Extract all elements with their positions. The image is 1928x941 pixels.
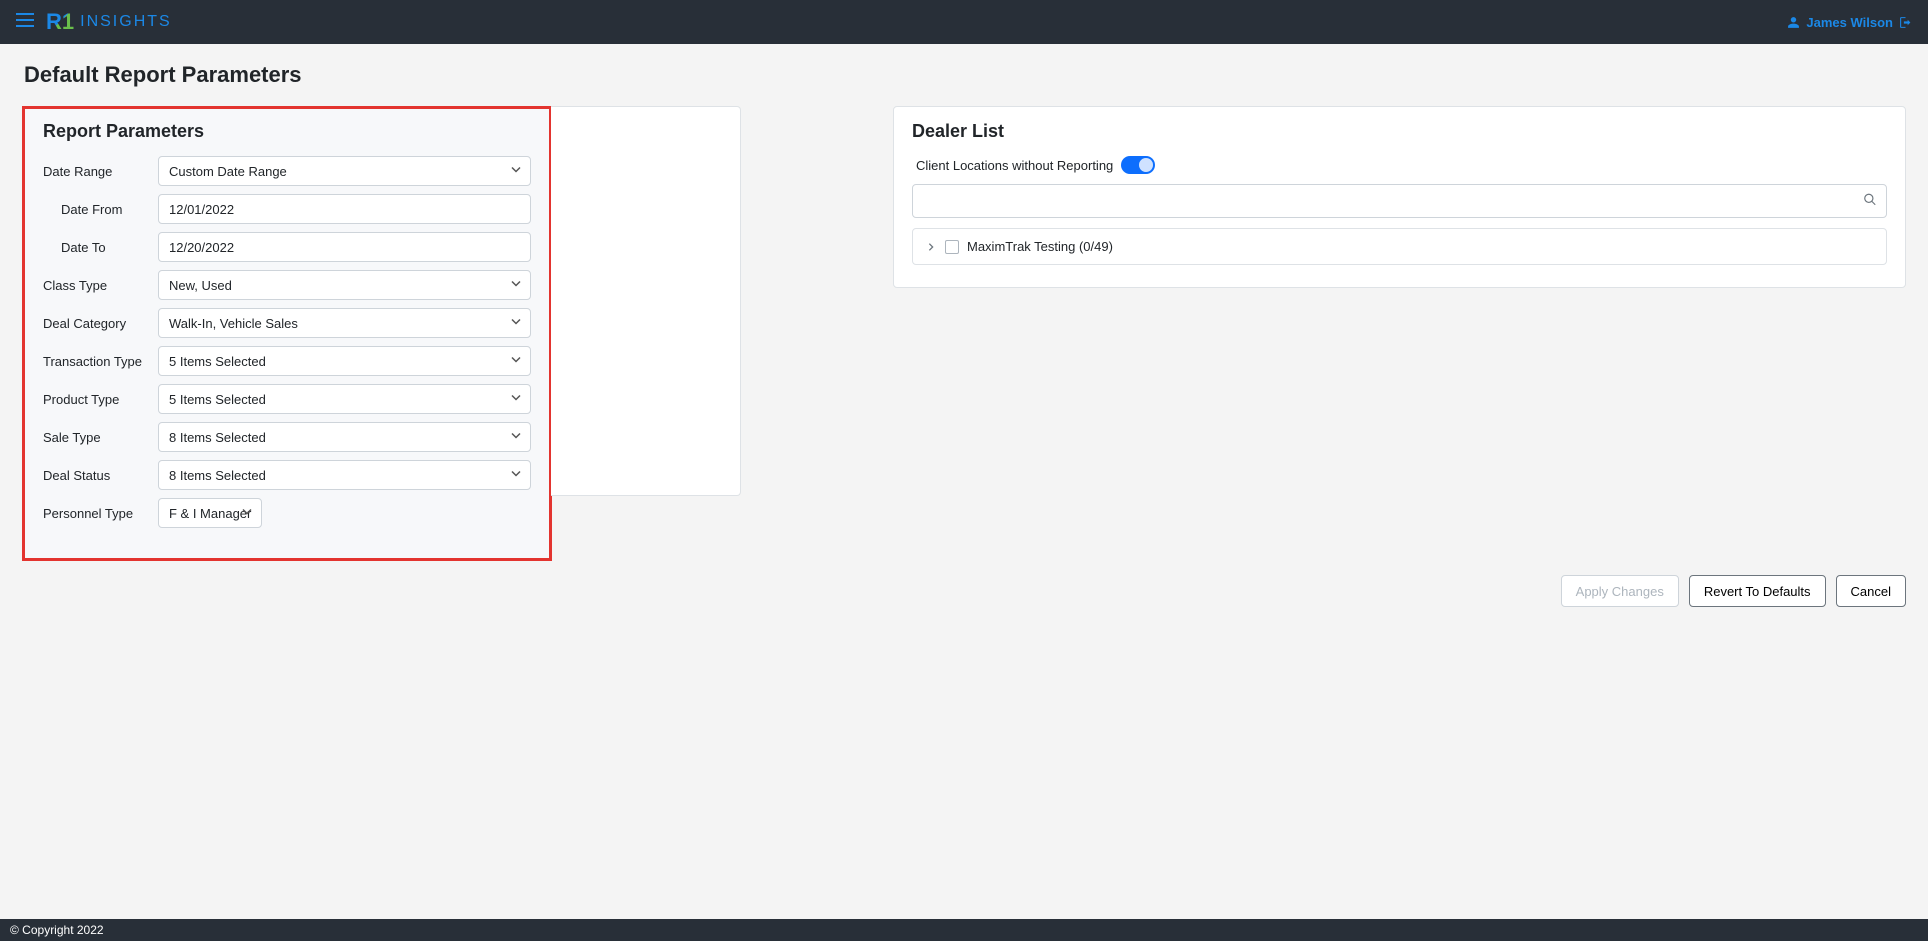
- left-panel-group: Report Parameters Date Range Custom Date…: [22, 106, 741, 561]
- page-title: Default Report Parameters: [24, 62, 1906, 88]
- logo-mark: R1: [46, 11, 74, 33]
- report-parameters-highlight: Report Parameters Date Range Custom Date…: [22, 106, 552, 561]
- select-class-type-value: New, Used: [169, 278, 232, 293]
- chevron-down-icon: [510, 354, 522, 369]
- user-name-label: James Wilson: [1806, 15, 1893, 30]
- revert-defaults-button[interactable]: Revert To Defaults: [1689, 575, 1826, 607]
- tree-item-label[interactable]: MaximTrak Testing (0/49): [967, 239, 1113, 254]
- dealer-search-input[interactable]: [912, 184, 1887, 218]
- logo-text: INSIGHTS: [80, 13, 172, 31]
- copyright-text: © Copyright 2022: [10, 923, 104, 937]
- label-product-type: Product Type: [43, 392, 158, 407]
- select-personnel-type-value: F & I Manager: [169, 506, 251, 521]
- input-date-from-value: 12/01/2022: [169, 202, 234, 217]
- logo[interactable]: R1 INSIGHTS: [46, 11, 172, 33]
- hamburger-icon[interactable]: [16, 11, 34, 34]
- chevron-down-icon: [510, 164, 522, 179]
- select-personnel-type[interactable]: F & I Manager: [158, 498, 262, 528]
- select-deal-status-value: 8 Items Selected: [169, 468, 266, 483]
- toggle-label: Client Locations without Reporting: [916, 158, 1113, 173]
- label-date-to: Date To: [43, 240, 158, 255]
- label-class-type: Class Type: [43, 278, 158, 293]
- select-deal-category-value: Walk-In, Vehicle Sales: [169, 316, 298, 331]
- cancel-button[interactable]: Cancel: [1836, 575, 1906, 607]
- select-date-range[interactable]: Custom Date Range: [158, 156, 531, 186]
- label-deal-category: Deal Category: [43, 316, 158, 331]
- top-nav: R1 INSIGHTS James Wilson: [0, 0, 1928, 44]
- label-date-from: Date From: [43, 202, 158, 217]
- select-sale-type[interactable]: 8 Items Selected: [158, 422, 531, 452]
- select-transaction-type[interactable]: 5 Items Selected: [158, 346, 531, 376]
- input-date-from[interactable]: 12/01/2022: [158, 194, 531, 224]
- label-transaction-type: Transaction Type: [43, 354, 158, 369]
- chevron-down-icon: [510, 316, 522, 331]
- chevron-right-icon[interactable]: [925, 242, 937, 252]
- chevron-down-icon: [510, 430, 522, 445]
- toggle-client-locations[interactable]: [1121, 156, 1155, 174]
- select-deal-status[interactable]: 8 Items Selected: [158, 460, 531, 490]
- chevron-down-icon: [510, 468, 522, 483]
- content-area: Default Report Parameters Report Paramet…: [0, 44, 1928, 919]
- tree-row: MaximTrak Testing (0/49): [925, 239, 1874, 254]
- select-product-type[interactable]: 5 Items Selected: [158, 384, 531, 414]
- label-personnel-type: Personnel Type: [43, 506, 158, 521]
- footer-bar: © Copyright 2022: [0, 919, 1928, 941]
- dealer-list-title: Dealer List: [912, 121, 1887, 142]
- select-sale-type-value: 8 Items Selected: [169, 430, 266, 445]
- input-date-to[interactable]: 12/20/2022: [158, 232, 531, 262]
- select-class-type[interactable]: New, Used: [158, 270, 531, 300]
- label-deal-status: Deal Status: [43, 468, 158, 483]
- search-icon: [1863, 193, 1877, 210]
- action-button-row: Apply Changes Revert To Defaults Cancel: [22, 575, 1906, 607]
- blank-panel: [551, 106, 741, 496]
- user-menu[interactable]: James Wilson: [1787, 15, 1912, 30]
- label-date-range: Date Range: [43, 164, 158, 179]
- label-sale-type: Sale Type: [43, 430, 158, 445]
- logout-icon[interactable]: [1899, 16, 1912, 29]
- apply-changes-button: Apply Changes: [1561, 575, 1679, 607]
- user-icon: [1787, 16, 1800, 29]
- select-product-type-value: 5 Items Selected: [169, 392, 266, 407]
- input-date-to-value: 12/20/2022: [169, 240, 234, 255]
- chevron-down-icon: [510, 278, 522, 293]
- select-deal-category[interactable]: Walk-In, Vehicle Sales: [158, 308, 531, 338]
- chevron-down-icon: [510, 392, 522, 407]
- dealer-tree: MaximTrak Testing (0/49): [912, 228, 1887, 265]
- report-params-title: Report Parameters: [43, 121, 531, 142]
- tree-checkbox[interactable]: [945, 240, 959, 254]
- dealer-list-panel: Dealer List Client Locations without Rep…: [893, 106, 1906, 288]
- select-date-range-value: Custom Date Range: [169, 164, 287, 179]
- select-transaction-type-value: 5 Items Selected: [169, 354, 266, 369]
